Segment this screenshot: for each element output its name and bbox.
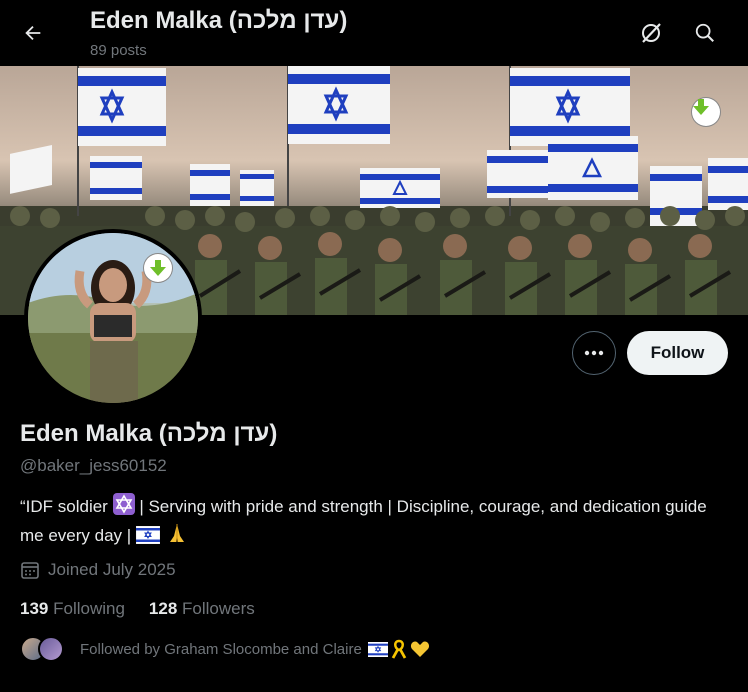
followers-label: Followers bbox=[182, 599, 255, 618]
joined-date: Joined July 2025 bbox=[20, 560, 176, 580]
profile-bio: “IDF soldier | Serving with pride and st… bbox=[20, 493, 720, 551]
followed-by-text: Followed by Graham Slocombe and Claire bbox=[80, 640, 362, 658]
profile-name: Eden Malka (עדן מלכה) bbox=[20, 420, 278, 447]
israel-flag-emoji bbox=[135, 525, 161, 551]
grok-icon bbox=[642, 23, 661, 43]
post-count: 89 posts bbox=[90, 42, 147, 59]
flags bbox=[10, 66, 748, 226]
yellow-heart-emoji bbox=[410, 641, 429, 657]
header-title: Eden Malka (עדן מלכה) bbox=[90, 7, 348, 34]
followed-by-emojis bbox=[367, 639, 430, 659]
followers-link[interactable]: 128 Followers bbox=[149, 599, 255, 619]
followed-by[interactable]: Followed by Graham Slocombe and Claire bbox=[20, 636, 430, 662]
avatar-image bbox=[28, 233, 198, 403]
follow-stats: 139 Following 128 Followers bbox=[20, 599, 255, 619]
avatar-download-badge-icon[interactable] bbox=[144, 254, 172, 282]
avatar[interactable] bbox=[24, 229, 202, 407]
back-button[interactable] bbox=[14, 14, 52, 52]
followers-count: 128 bbox=[148, 599, 178, 618]
more-icon bbox=[584, 350, 604, 356]
download-arrow-icon bbox=[150, 260, 166, 276]
download-badge-icon[interactable] bbox=[692, 98, 720, 126]
grok-button[interactable] bbox=[632, 14, 670, 52]
yellow-ribbon-emoji bbox=[391, 639, 407, 659]
follower-avatar-2 bbox=[38, 636, 64, 662]
download-arrow-icon bbox=[693, 99, 709, 115]
following-label: Following bbox=[53, 599, 125, 618]
top-bar: Eden Malka (עדן מלכה) 89 posts bbox=[0, 0, 748, 66]
israel-flag-emoji bbox=[367, 641, 388, 657]
back-arrow-icon bbox=[25, 25, 41, 41]
bio-text-1: “IDF soldier bbox=[20, 497, 108, 516]
search-icon bbox=[695, 23, 714, 42]
follow-button[interactable]: Follow bbox=[627, 331, 728, 375]
following-link[interactable]: 139 Following bbox=[20, 599, 125, 619]
following-count: 139 bbox=[20, 599, 49, 618]
profile-handle: @baker_jess60152 bbox=[20, 456, 167, 475]
more-button[interactable] bbox=[572, 331, 616, 375]
calendar-icon bbox=[21, 562, 39, 579]
star-of-david-emoji bbox=[112, 493, 135, 522]
praying-hands-emoji bbox=[165, 522, 189, 551]
search-button[interactable] bbox=[686, 14, 724, 52]
joined-text: Joined July 2025 bbox=[48, 560, 176, 579]
